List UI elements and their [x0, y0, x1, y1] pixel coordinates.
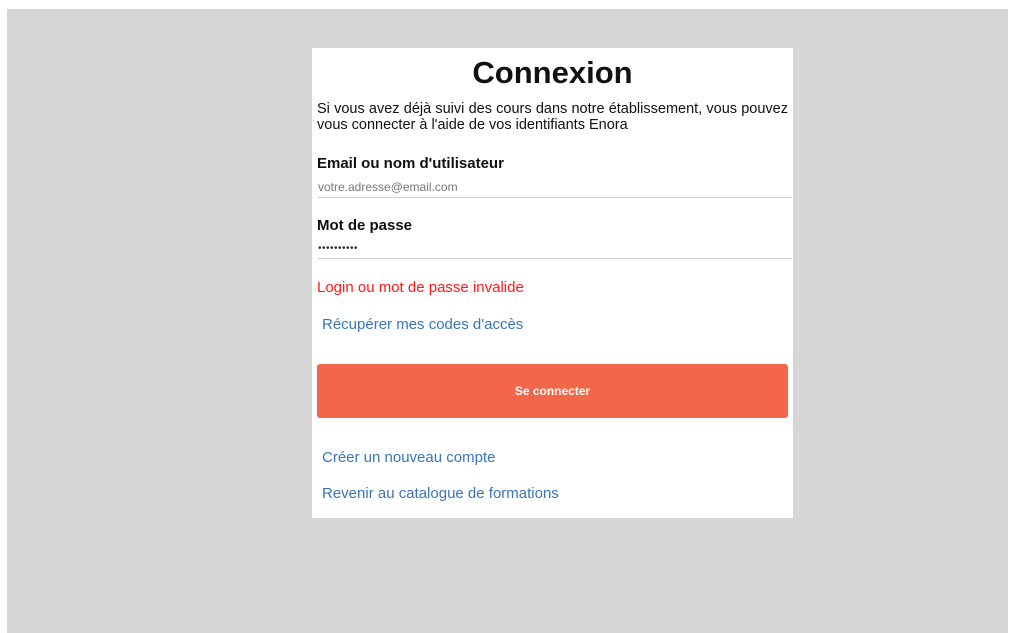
email-field[interactable] [318, 177, 792, 198]
error-message: Login ou mot de passe invalide [317, 279, 524, 296]
catalog-link[interactable]: Revenir au catalogue de formations [322, 485, 559, 503]
email-label: Email ou nom d'utilisateur [317, 155, 504, 172]
intro-text: Si vous avez déjà suivi des cours dans n… [317, 101, 788, 133]
password-field[interactable] [318, 238, 792, 259]
login-card: Connexion Si vous avez déjà suivi des co… [312, 48, 793, 518]
page-title: Connexion [472, 55, 633, 90]
password-label: Mot de passe [317, 217, 413, 234]
create-account-link[interactable]: Créer un nouveau compte [322, 449, 495, 467]
recover-credentials-link[interactable]: Récupérer mes codes d'accès [322, 316, 523, 334]
login-button[interactable]: Se connecter [317, 364, 788, 418]
